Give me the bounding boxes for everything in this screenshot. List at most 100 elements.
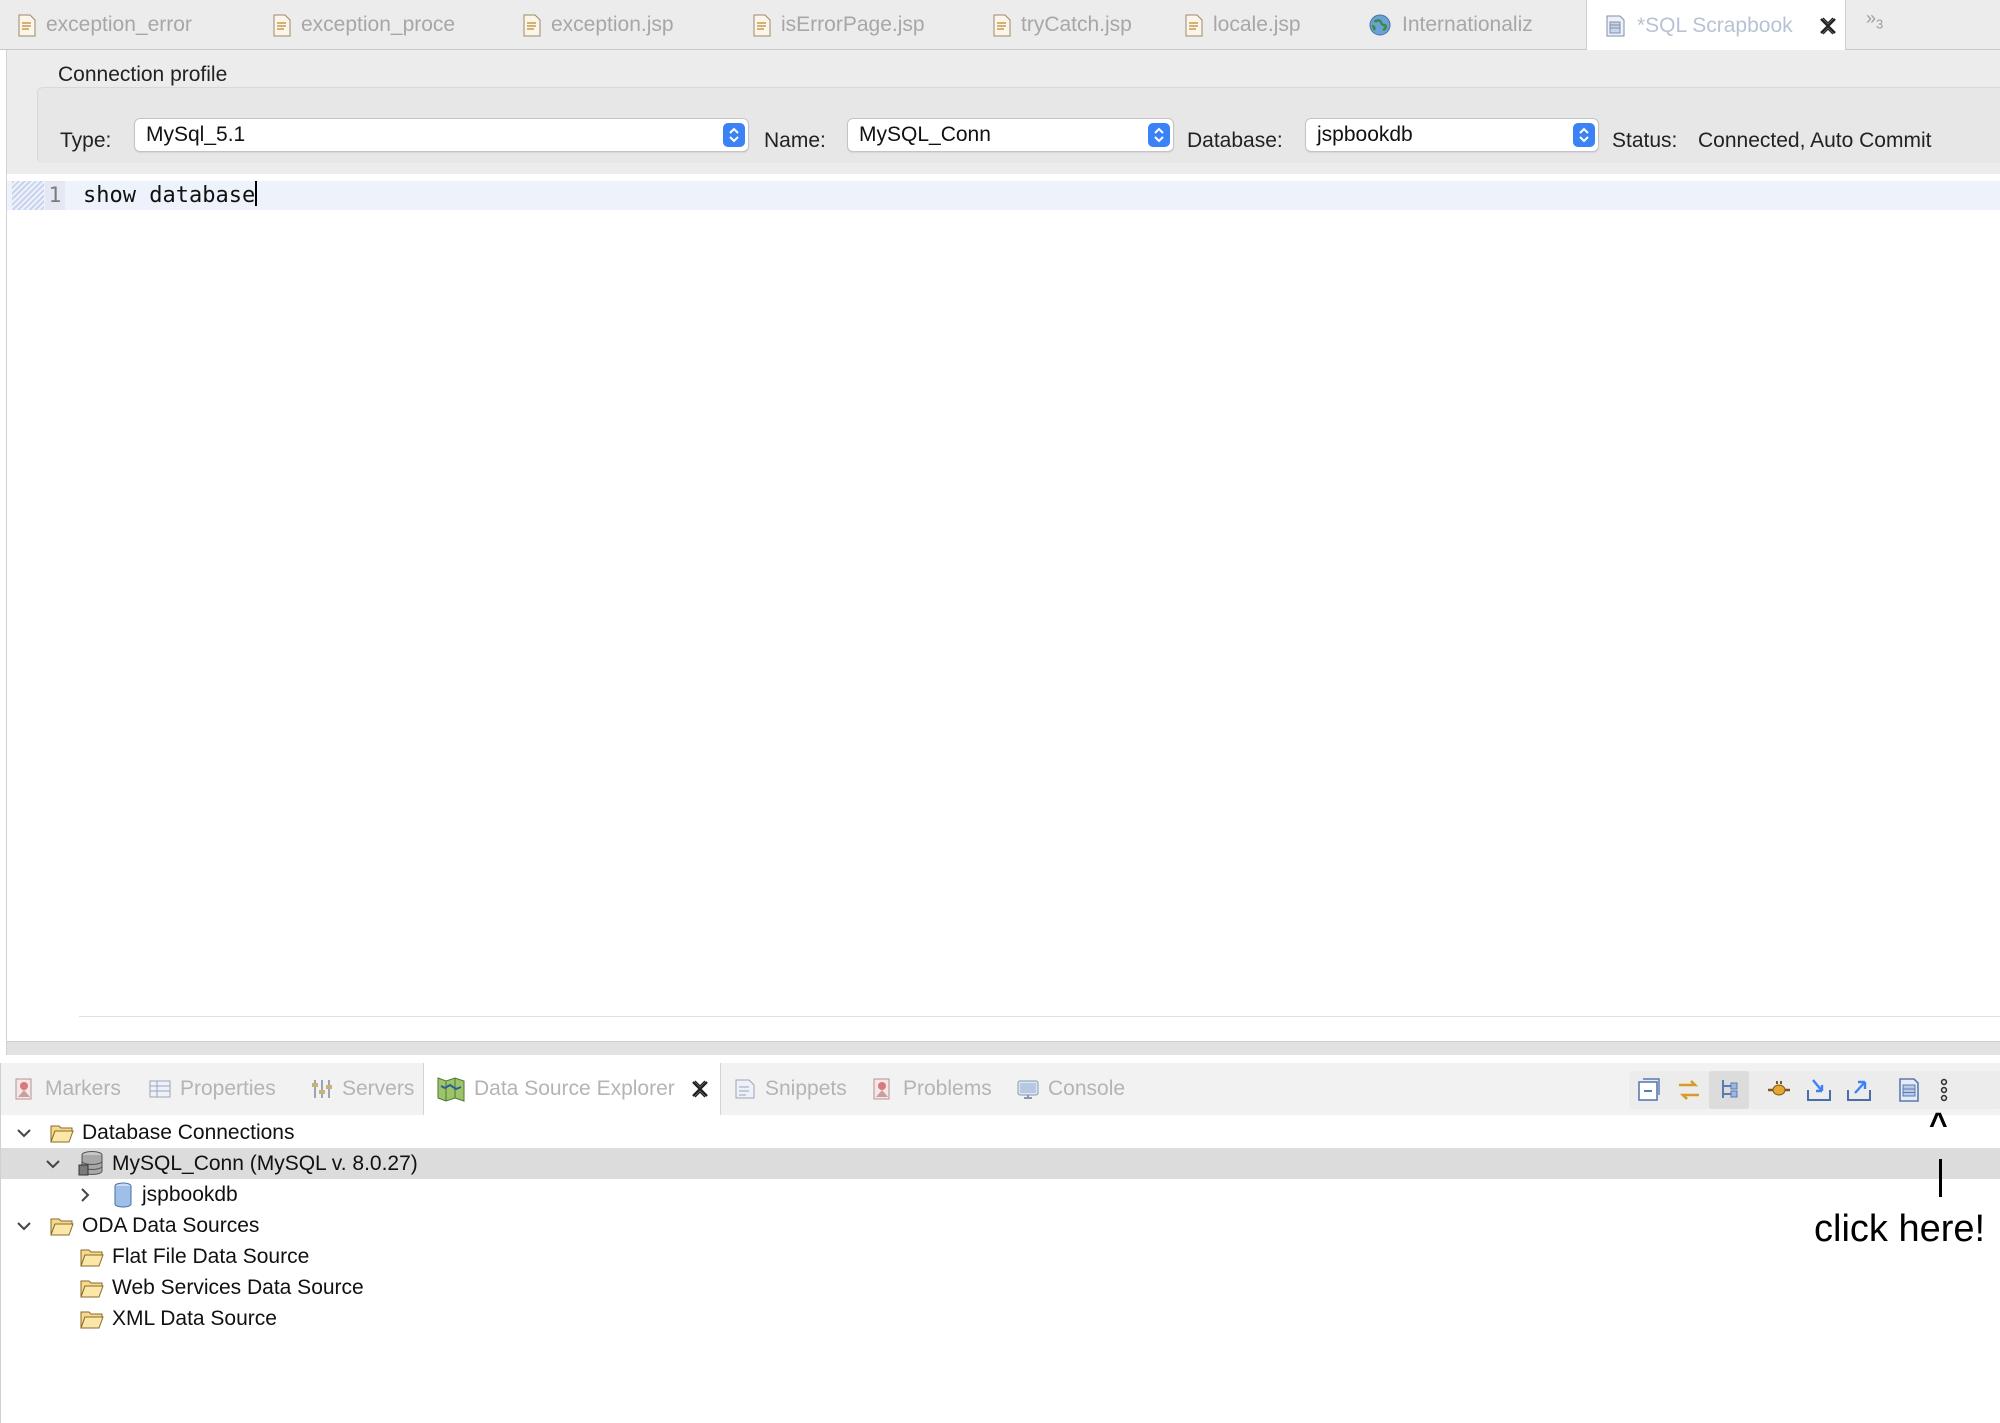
view-tab-label: Problems (903, 1077, 992, 1100)
editor-tab-internationaliz[interactable]: Internationaliz (1350, 0, 1585, 50)
name-label: Name: (764, 129, 826, 152)
annotation-arrow: ^ (1929, 1106, 1948, 1142)
folder-open-icon (80, 1249, 104, 1266)
view-tab-label: Snippets (765, 1077, 847, 1100)
problems-icon (873, 1078, 890, 1100)
tree-item-oda-data-sources[interactable]: ODA Data Sources (1, 1210, 2000, 1241)
status-value: Connected, Auto Commit (1698, 129, 1932, 152)
servers-icon (312, 1080, 332, 1098)
editor-tab-trycatch-jsp[interactable]: tryCatch.jsp (975, 0, 1185, 50)
bottom-view-area: Markers Properties Servers Data Source E… (0, 1063, 2000, 1423)
editor-tab-label: exception.jsp (551, 13, 674, 36)
view-tab-problems[interactable]: Problems (859, 1063, 1004, 1115)
view-tab-markers[interactable]: Markers (1, 1063, 136, 1115)
tree-item-flat-file-data-source[interactable]: Flat File Data Source (1, 1241, 2000, 1272)
tree-item-label: Database Connections (82, 1120, 295, 1144)
sql-scrapbook-icon (1606, 15, 1625, 36)
export-button[interactable] (1839, 1071, 1879, 1109)
view-tab-label: Properties (180, 1077, 276, 1100)
collapse-all-icon (1638, 1078, 1660, 1101)
overflow-chevron-icon: » (1866, 8, 1877, 28)
vertical-ellipsis-icon (1940, 1078, 1948, 1102)
type-select[interactable]: MySql_5.1 (134, 118, 749, 152)
export-icon (1847, 1080, 1871, 1101)
folder-open-icon (80, 1311, 104, 1328)
editor-tab-exception-jsp[interactable]: exception.jsp (505, 0, 735, 50)
view-tab-servers[interactable]: Servers (298, 1063, 423, 1115)
change-ruler-marker (12, 181, 44, 210)
annotation-line (1939, 1159, 1942, 1197)
chevron-down-icon[interactable] (15, 1124, 33, 1142)
view-tab-snippets[interactable]: Snippets (721, 1063, 859, 1115)
editor-tab-exception-error[interactable]: exception_error (0, 0, 255, 50)
sql-code-text[interactable]: show database (83, 181, 258, 210)
select-stepper-icon (723, 123, 745, 147)
console-icon (1017, 1080, 1039, 1099)
view-menu-button[interactable] (1929, 1071, 1959, 1109)
database-label: Database: (1187, 129, 1283, 152)
jsp-file-icon (993, 14, 1011, 36)
editor-tab-iserrorpage-jsp[interactable]: isErrorPage.jsp (735, 0, 975, 50)
status-label: Status: (1612, 129, 1678, 152)
folder-open-icon (50, 1218, 74, 1235)
overflow-tabs-indicator[interactable]: »3 (1866, 8, 1883, 32)
line-number: 1 (45, 181, 65, 210)
link-with-editor-icon (1679, 1080, 1699, 1100)
close-tab-icon[interactable] (1817, 15, 1839, 37)
snippets-icon (735, 1079, 755, 1099)
editor-tab-bar: exception_error exception_proce exceptio… (0, 0, 2000, 51)
database-server-icon (78, 1150, 103, 1175)
editor-tab-label: isErrorPage.jsp (781, 13, 925, 36)
tree-item-mysql-conn[interactable]: MySQL_Conn (MySQL v. 8.0.27) (1, 1148, 2000, 1179)
collapse-all-button[interactable] (1629, 1071, 1669, 1109)
chevron-right-icon[interactable] (76, 1186, 94, 1204)
tree-item-label: XML Data Source (112, 1306, 277, 1330)
select-stepper-icon (1573, 123, 1595, 147)
database-select[interactable]: jspbookdb (1305, 118, 1599, 152)
editor-tab-exception-proce[interactable]: exception_proce (255, 0, 505, 50)
view-tab-properties[interactable]: Properties (136, 1063, 298, 1115)
chevron-down-icon[interactable] (15, 1217, 33, 1235)
type-label: Type: (60, 129, 112, 152)
view-tab-label: Console (1048, 1077, 1126, 1100)
text-caret (255, 181, 258, 206)
view-toolbar (1629, 1071, 2000, 1109)
editor-tab-label: tryCatch.jsp (1021, 13, 1132, 36)
new-connection-profile-icon (1899, 1078, 1919, 1102)
tree-item-database-connections[interactable]: Database Connections (1, 1117, 2000, 1148)
view-tab-label: Markers (45, 1077, 121, 1100)
sql-statement: show database (83, 183, 256, 208)
database-icon (114, 1182, 132, 1208)
select-stepper-icon (1148, 123, 1170, 147)
tree-view-icon (1722, 1080, 1738, 1098)
type-select-value: MySql_5.1 (146, 123, 246, 146)
editor-tab-locale-jsp[interactable]: locale.jsp (1167, 0, 1357, 50)
view-tab-label: Servers (342, 1077, 415, 1100)
connect-button[interactable] (1759, 1071, 1799, 1109)
editor-horizontal-scrollbar[interactable] (7, 1041, 2000, 1055)
chevron-down-icon[interactable] (44, 1155, 62, 1173)
sql-editor-area: Connection profile Type: MySql_5.1 Name:… (6, 50, 2000, 1055)
connection-profile-panel: Connection profile Type: MySql_5.1 Name:… (7, 50, 2000, 174)
view-tab-data-source-explorer[interactable]: Data Source Explorer (423, 1063, 721, 1115)
import-button[interactable] (1799, 1071, 1839, 1109)
tree-item-jspbookdb[interactable]: jspbookdb (1, 1179, 2000, 1210)
link-with-editor-button[interactable] (1669, 1071, 1709, 1109)
toggle-tree-view-button[interactable] (1709, 1071, 1749, 1109)
markers-icon (15, 1078, 32, 1100)
jsp-file-icon (18, 14, 36, 36)
editor-tab-label: exception_error (46, 13, 192, 36)
close-view-icon[interactable] (689, 1078, 711, 1100)
jsp-file-icon (1185, 14, 1203, 36)
tree-item-xml-data-source[interactable]: XML Data Source (1, 1303, 2000, 1334)
current-line-highlight (7, 181, 2000, 210)
view-tab-console[interactable]: Console (1004, 1063, 1144, 1115)
jsp-file-icon (523, 14, 541, 36)
tree-item-web-services-data-source[interactable]: Web Services Data Source (1, 1272, 2000, 1303)
view-tab-label: Data Source Explorer (474, 1077, 675, 1100)
editor-tab-sql-scrapbook[interactable]: *SQL Scrapbook (1586, 0, 1846, 51)
tree-item-label: ODA Data Sources (82, 1213, 260, 1237)
name-select[interactable]: MySQL_Conn (847, 118, 1174, 152)
new-connection-profile-button[interactable] (1889, 1071, 1929, 1109)
name-select-value: MySQL_Conn (859, 123, 991, 146)
